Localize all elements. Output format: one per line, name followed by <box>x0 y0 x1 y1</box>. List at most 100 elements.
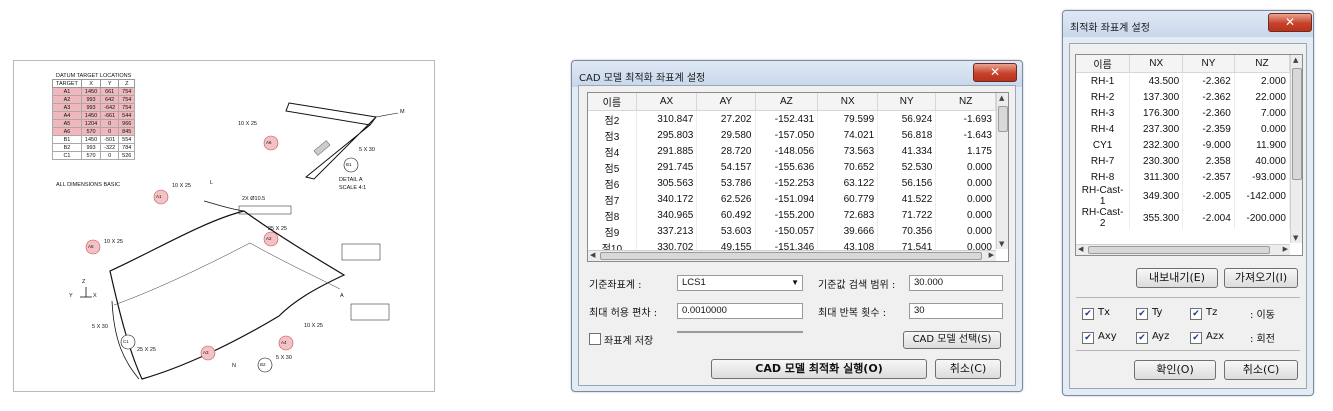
scroll-up-icon[interactable]: ▲ <box>999 94 1004 102</box>
base-coord-label: 기준좌표계 : <box>589 280 642 291</box>
scroll-down-icon[interactable]: ▼ <box>1293 234 1298 242</box>
close-button[interactable]: ✕ <box>1268 13 1312 32</box>
table-row[interactable]: RH-7 230.300 2.358 40.000 <box>1076 153 1291 169</box>
divider <box>1076 350 1300 351</box>
scroll-left-icon[interactable]: ◀ <box>590 251 595 259</box>
table-cell: -2.357 <box>1182 169 1235 185</box>
coord-grid[interactable]: 이름 NX NY NZ RH-1 43.500 -2.362 2.000 RH-2 137.30… <box>1075 54 1303 256</box>
table-cell: -151.094 <box>755 191 819 207</box>
table-row[interactable]: 점5 291.745 54.157 -155.636 70.652 52.530 0.000 <box>588 159 996 175</box>
scroll-thumb[interactable] <box>1292 68 1302 180</box>
column-header[interactable]: NX <box>817 93 879 111</box>
close-button[interactable]: ✕ <box>973 63 1017 82</box>
import-button[interactable]: 가져오기(I) <box>1224 268 1298 288</box>
export-button[interactable]: 내보내기(E) <box>1136 268 1218 288</box>
table-cell: 41.334 <box>877 143 937 159</box>
grid-vertical-scrollbar[interactable]: ▲ ▼ <box>1290 55 1302 243</box>
scroll-thumb[interactable] <box>998 106 1008 132</box>
ok-button[interactable]: 확인(O) <box>1134 360 1216 380</box>
table-cell: 305.563 <box>636 175 698 191</box>
table-row[interactable]: 점6 305.563 53.786 -152.253 63.122 56.156 0.000 <box>588 175 996 191</box>
table-cell: 39.666 <box>817 223 879 239</box>
column-header[interactable]: NZ <box>1234 55 1291 73</box>
table-row[interactable]: CY1 232.300 -9.000 11.900 <box>1076 137 1291 153</box>
table-row[interactable]: 점3 295.803 29.580 -157.050 74.021 56.818 -1.64… <box>588 127 996 143</box>
title-bar[interactable]: 최적화 좌표계 설정 ✕ <box>1063 11 1313 37</box>
grid-horizontal-scrollbar[interactable]: ◀ ▶ <box>588 250 996 261</box>
column-header[interactable]: 이름 <box>588 93 637 111</box>
dialog-client: 이름 AX AY AZ NX NY NZ 점2 310.847 27.202 -152.431 79… <box>578 85 1016 386</box>
table-row[interactable]: RH-Cast-2 355.300 -2.004 -200.000 <box>1076 207 1291 229</box>
max-deviation-input[interactable]: 0.0010000 <box>677 303 803 319</box>
marker-c1: C1 <box>123 339 129 344</box>
table-cell: 점8 <box>588 207 637 223</box>
grid-vertical-scrollbar[interactable]: ▲ ▼ <box>996 93 1008 249</box>
checkbox-azx[interactable]: ✔ <box>1190 332 1202 344</box>
column-header[interactable]: NY <box>1182 55 1235 73</box>
title-bar[interactable]: CAD 모델 최적화 좌표계 설정 ✕ <box>572 61 1022 87</box>
table-cell: 0.000 <box>935 159 996 175</box>
column-header[interactable]: NY <box>877 93 937 111</box>
table-cell: 70.356 <box>877 223 937 239</box>
column-header[interactable]: AZ <box>755 93 819 111</box>
table-row[interactable]: RH-4 237.300 -2.359 0.000 <box>1076 121 1291 137</box>
checkbox-ty[interactable]: ✔ <box>1136 308 1148 320</box>
grid-horizontal-scrollbar[interactable]: ◀ ▶ <box>1076 244 1290 255</box>
max-iteration-input[interactable]: 30 <box>909 303 1003 319</box>
checkbox-tx[interactable]: ✔ <box>1082 308 1094 320</box>
table-cell: 63.122 <box>817 175 879 191</box>
scroll-right-icon[interactable]: ▶ <box>1283 245 1288 253</box>
scroll-down-icon[interactable]: ▼ <box>999 240 1004 248</box>
table-row[interactable]: RH-1 43.500 -2.362 2.000 <box>1076 72 1291 89</box>
table-cell: 237.300 <box>1129 121 1184 137</box>
column-header[interactable]: NZ <box>935 93 996 111</box>
point-grid[interactable]: 이름 AX AY AZ NX NY NZ 점2 310.847 27.202 -152.431 79… <box>587 92 1009 262</box>
base-coord-select[interactable]: LCS1 ▼ <box>677 275 803 291</box>
hscroll-thumb[interactable] <box>600 252 982 260</box>
callout-3: 10 X 25 <box>104 239 123 245</box>
checkbox-tz[interactable]: ✔ <box>1190 308 1202 320</box>
column-header[interactable]: AY <box>696 93 756 111</box>
table-cell: -152.431 <box>755 110 819 127</box>
table-cell: 0.000 <box>935 175 996 191</box>
base-range-input[interactable]: 30.000 <box>909 275 1003 291</box>
table-row[interactable]: RH-Cast-1 349.300 -2.005 -142.000 <box>1076 185 1291 207</box>
scroll-left-icon[interactable]: ◀ <box>1078 245 1083 253</box>
table-cell: 60.779 <box>817 191 879 207</box>
table-row[interactable]: RH-8 311.300 -2.357 -93.000 <box>1076 169 1291 185</box>
table-row[interactable]: 점4 291.885 28.720 -148.056 73.563 41.334 1.175 <box>588 143 996 159</box>
cancel-button[interactable]: 취소(C) <box>935 359 1001 379</box>
table-cell: 340.965 <box>636 207 698 223</box>
column-header[interactable]: NX <box>1129 55 1184 73</box>
table-row[interactable]: 점8 340.965 60.492 -155.200 72.683 71.722 0.000 <box>588 207 996 223</box>
checkbox-ayz[interactable]: ✔ <box>1136 332 1148 344</box>
rotate-label: : 회전 <box>1250 334 1275 345</box>
table-row[interactable]: 점7 340.172 62.526 -151.094 60.779 41.522 0.000 <box>588 191 996 207</box>
table-row[interactable]: 점2 310.847 27.202 -152.431 79.599 56.924 -1.69… <box>588 110 996 127</box>
table-row[interactable]: RH-2 137.300 -2.362 22.000 <box>1076 89 1291 105</box>
hood-outline <box>109 210 346 380</box>
max-deviation-label: 최대 허용 편차 : <box>589 308 658 319</box>
marker-a6: A6 <box>266 140 272 145</box>
table-cell: 53.603 <box>696 223 756 239</box>
detail-label: DETAIL A <box>339 177 363 183</box>
save-coord-checkbox[interactable] <box>589 333 601 345</box>
dialog-title: CAD 모델 최적화 좌표계 설정 <box>579 73 706 84</box>
chevron-down-icon: ▼ <box>791 278 799 287</box>
hscroll-thumb[interactable] <box>1088 246 1270 254</box>
table-cell: 점2 <box>588 110 637 127</box>
column-header[interactable]: AX <box>636 93 698 111</box>
cad-select-button[interactable]: CAD 모델 선택(S) <box>903 331 1001 349</box>
scroll-right-icon[interactable]: ▶ <box>989 251 994 259</box>
table-row[interactable]: 점9 337.213 53.603 -150.057 39.666 70.356 0.000 <box>588 223 996 239</box>
scroll-up-icon[interactable]: ▲ <box>1293 56 1298 64</box>
cancel-button[interactable]: 취소(C) <box>1224 360 1298 380</box>
axis-x-label: X <box>93 293 97 299</box>
table-cell: 22.000 <box>1234 89 1291 105</box>
table-cell: 점6 <box>588 175 637 191</box>
run-optimize-button[interactable]: CAD 모델 최적화 실행(O) <box>711 359 927 379</box>
checkbox-axy[interactable]: ✔ <box>1082 332 1094 344</box>
column-header[interactable]: 이름 <box>1076 55 1131 73</box>
table-row[interactable]: RH-3 176.300 -2.360 7.000 <box>1076 105 1291 121</box>
callout-9: 25 X 25 <box>137 347 156 353</box>
